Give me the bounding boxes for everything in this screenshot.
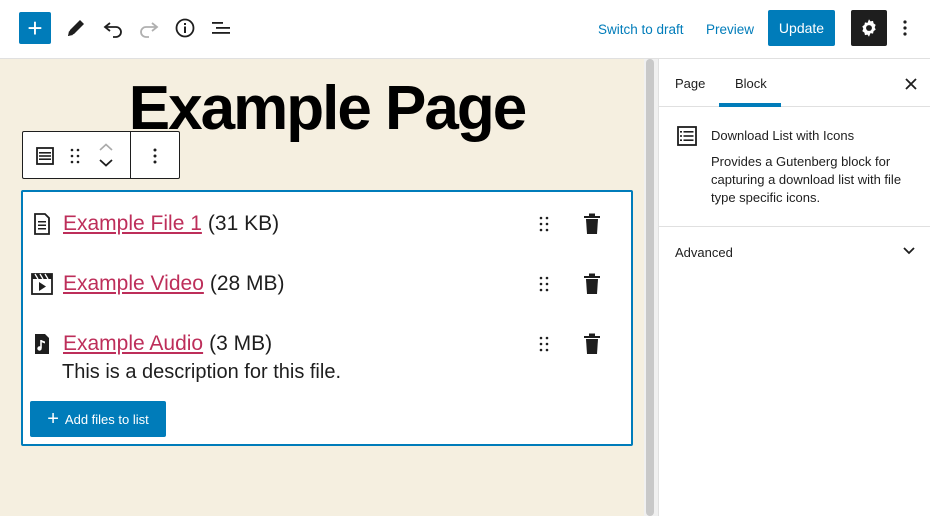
close-sidebar-button[interactable]	[902, 72, 920, 94]
advanced-label: Advanced	[675, 245, 733, 260]
document-icon	[31, 212, 53, 236]
details-button[interactable]	[169, 12, 201, 44]
delete-item-button[interactable]	[583, 273, 603, 297]
block-drag-handle[interactable]	[67, 146, 83, 166]
undo-icon	[103, 22, 122, 38]
block-options-button[interactable]	[141, 144, 169, 168]
add-files-label: Add files to list	[64, 411, 149, 427]
drag-handle-icon	[70, 148, 80, 164]
redo-button[interactable]	[133, 12, 165, 44]
more-vertical-icon	[903, 20, 907, 36]
plus-icon: +	[47, 408, 59, 430]
drag-handle-icon	[539, 276, 549, 292]
list-item-file: Example Video (28 MB)	[31, 266, 285, 302]
chevron-down-icon	[99, 159, 113, 167]
options-menu-button[interactable]	[893, 12, 917, 44]
edit-tools-button[interactable]	[60, 12, 92, 44]
redo-icon	[140, 22, 159, 38]
file-size: (3 MB)	[209, 332, 273, 355]
gear-icon	[862, 19, 876, 37]
trash-icon	[584, 213, 600, 234]
item-drag-handle[interactable]	[539, 336, 553, 356]
drag-handle-icon	[539, 216, 549, 232]
advanced-panel-toggle[interactable]: Advanced	[659, 227, 930, 277]
drag-handle-icon	[539, 336, 549, 352]
list-view-button[interactable]	[205, 12, 237, 44]
add-files-button[interactable]: + Add files to list	[30, 401, 166, 437]
file-size: (31 KB)	[207, 212, 280, 235]
move-up-button[interactable]	[97, 140, 115, 154]
file-description[interactable]: This is a description for this file.	[62, 361, 341, 384]
file-link[interactable]: Example File 1	[63, 212, 202, 236]
list-block-icon	[677, 126, 697, 151]
delete-item-button[interactable]	[583, 333, 603, 357]
item-drag-handle[interactable]	[539, 216, 553, 236]
update-button[interactable]: Update	[768, 10, 835, 46]
trash-icon	[584, 273, 600, 294]
toolbar-divider	[130, 132, 131, 178]
block-toolbar	[22, 131, 180, 179]
chevron-up-icon	[99, 143, 113, 151]
list-view-icon	[212, 22, 230, 34]
list-item-file: Example File 1 (31 KB)	[31, 206, 279, 242]
file-link[interactable]: Example Audio	[63, 332, 203, 356]
settings-button[interactable]	[851, 10, 887, 46]
audio-icon	[31, 332, 53, 356]
tab-page[interactable]: Page	[675, 59, 705, 107]
download-list-block[interactable]: Example File 1 (31 KB) Example Video (28…	[21, 190, 633, 446]
file-size: (28 MB)	[209, 272, 285, 295]
editor-header: + Switch to draft Preview Update	[0, 0, 930, 59]
switch-to-draft-button[interactable]: Switch to draft	[598, 14, 684, 44]
info-icon	[175, 18, 195, 38]
close-icon	[905, 78, 917, 90]
trash-icon	[584, 333, 600, 354]
pencil-icon	[68, 20, 84, 36]
file-link[interactable]: Example Video	[63, 272, 204, 296]
block-card-title: Download List with Icons	[711, 128, 855, 143]
block-card-description: Provides a Gutenberg block for capturing…	[711, 154, 902, 205]
tab-block[interactable]: Block	[735, 59, 767, 107]
block-inserter-button[interactable]: +	[19, 12, 51, 44]
list-block-icon	[36, 147, 54, 165]
video-icon	[31, 272, 53, 296]
item-drag-handle[interactable]	[539, 276, 553, 296]
block-card: Download List with Icons Provides a Gute…	[659, 107, 930, 227]
list-item-file: Example Audio (3 MB)	[31, 326, 272, 362]
move-down-button[interactable]	[97, 156, 115, 170]
block-type-button[interactable]	[33, 144, 57, 168]
chevron-down-icon	[902, 243, 916, 262]
delete-item-button[interactable]	[583, 213, 603, 237]
preview-button[interactable]: Preview	[706, 14, 754, 44]
sidebar-tabs: Page Block	[659, 59, 930, 107]
more-vertical-icon	[153, 148, 157, 164]
undo-button[interactable]	[97, 12, 129, 44]
